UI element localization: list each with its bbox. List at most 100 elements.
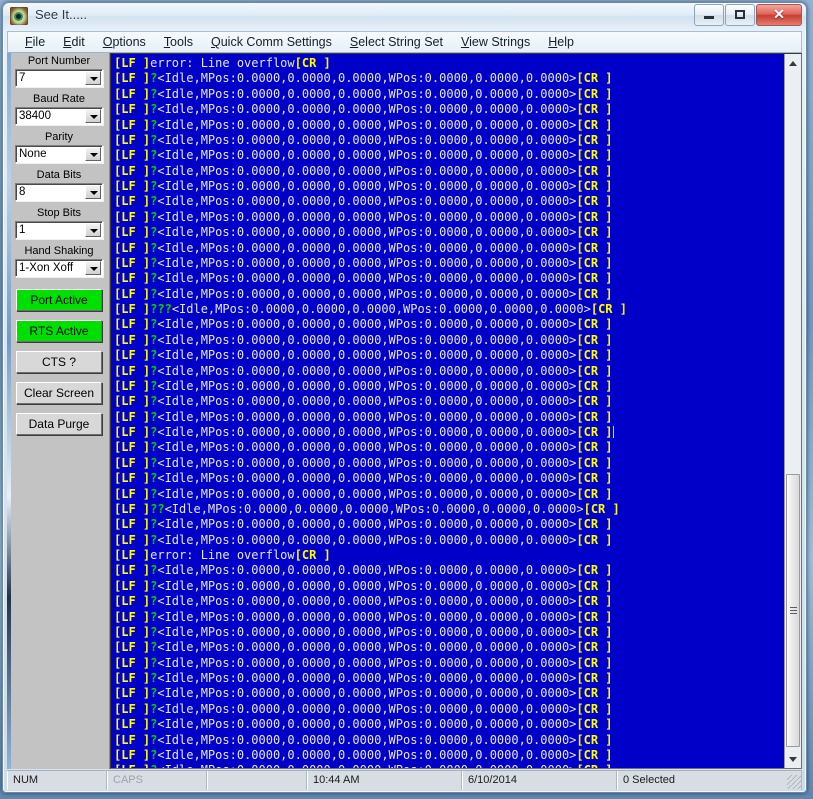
- combo-baud-rate[interactable]: 38400: [15, 107, 103, 125]
- terminal-line: [LF ]?<Idle,MPos:0.0000,0.0000,0.0000,WP…: [114, 332, 613, 347]
- label-baud-rate: Baud Rate: [15, 93, 103, 106]
- status-selection: 0 Selected: [617, 771, 802, 790]
- sidebar-buttons: Port Active RTS Active CTS ? Clear Screen Da…: [7, 289, 109, 435]
- label-data-bits: Data Bits: [15, 169, 103, 182]
- terminal-line: [LF ]?<Idle,MPos:0.0000,0.0000,0.0000,WP…: [114, 655, 613, 670]
- application-window: See It..... ✕ File Edit Options Tools Quick …: [2, 2, 807, 793]
- terminal-line: [LF ]?<Idle,MPos:0.0000,0.0000,0.0000,WP…: [114, 471, 613, 486]
- terminal-line: [LF ]?<Idle,MPos:0.0000,0.0000,0.0000,WP…: [114, 409, 613, 424]
- label-hand-shaking: Hand Shaking: [15, 245, 103, 258]
- window-controls: ✕: [694, 4, 802, 26]
- terminal-line: [LF ]?<Idle,MPos:0.0000,0.0000,0.0000,WP…: [114, 486, 613, 501]
- minimize-button[interactable]: [694, 4, 724, 26]
- window-left-edge: [7, 53, 11, 769]
- scroll-up-icon[interactable]: [786, 56, 800, 70]
- terminal-line: [LF ]??<Idle,MPos:0.0000,0.0000,0.0000,W…: [114, 501, 620, 516]
- status-date: 6/10/2014: [462, 771, 617, 790]
- combo-hand-shaking[interactable]: 1-Xon Xoff: [15, 259, 103, 277]
- status-num: NUM: [7, 771, 107, 790]
- chevron-down-icon[interactable]: [85, 223, 101, 237]
- terminal-line: [LF ]?<Idle,MPos:0.0000,0.0000,0.0000,WP…: [114, 594, 613, 609]
- terminal-line: [LF ]?<Idle,MPos:0.0000,0.0000,0.0000,WP…: [114, 348, 613, 363]
- maximize-icon: [735, 10, 745, 19]
- terminal-line: [LF ]?<Idle,MPos:0.0000,0.0000,0.0000,WP…: [114, 517, 613, 532]
- terminal-line: [LF ]?<Idle,MPos:0.0000,0.0000,0.0000,WP…: [114, 563, 613, 578]
- terminal-line: [LF ]?<Idle,MPos:0.0000,0.0000,0.0000,WP…: [114, 117, 613, 132]
- combo-parity[interactable]: None: [15, 145, 103, 163]
- terminal-line: [LF ]?<Idle,MPos:0.0000,0.0000,0.0000,WP…: [114, 102, 613, 117]
- status-bar: NUM CAPS 10:44 AM 6/10/2014 0 Selected: [7, 770, 802, 790]
- terminal-line: [LF ]error: Line overflow[CR ]: [114, 56, 331, 70]
- maximize-button[interactable]: [725, 4, 755, 26]
- terminal-line: [LF ]?<Idle,MPos:0.0000,0.0000,0.0000,WP…: [114, 640, 613, 655]
- terminal-line: [LF ]?<Idle,MPos:0.0000,0.0000,0.0000,WP…: [114, 255, 613, 270]
- close-icon: ✕: [773, 6, 785, 22]
- title-bar[interactable]: See It..... ✕: [3, 3, 806, 30]
- menu-item-quick-comm-settings[interactable]: Quick Comm Settings: [202, 33, 341, 51]
- close-button[interactable]: ✕: [756, 4, 802, 26]
- menu-item-select-string-set[interactable]: Select String Set: [341, 33, 452, 51]
- chevron-down-icon[interactable]: [85, 71, 101, 85]
- terminal-panel[interactable]: [LF ]error: Line overflow[CR ] [LF ]?<Idl…: [110, 53, 802, 769]
- terminal-line: [LF ]?<Idle,MPos:0.0000,0.0000,0.0000,WP…: [114, 286, 613, 301]
- field-baud-rate: Baud Rate 38400: [15, 93, 103, 125]
- menu-item-options[interactable]: Options: [94, 33, 155, 51]
- menu-item-tools[interactable]: Tools: [155, 33, 202, 51]
- field-stop-bits: Stop Bits 1: [15, 207, 103, 239]
- label-parity: Parity: [15, 131, 103, 144]
- combo-stop-bits[interactable]: 1: [15, 221, 103, 239]
- terminal-line: [LF ]?<Idle,MPos:0.0000,0.0000,0.0000,WP…: [114, 209, 613, 224]
- scrollbar-grip-icon: [790, 606, 797, 615]
- terminal-line: [LF ]?<Idle,MPos:0.0000,0.0000,0.0000,WP…: [114, 747, 613, 762]
- field-hand-shaking: Hand Shaking 1-Xon Xoff: [15, 245, 103, 277]
- terminal-line: [LF ]???<Idle,MPos:0.0000,0.0000,0.0000,…: [114, 302, 627, 316]
- comm-settings-sidebar: Port Number 7 Baud Rate 38400 Parity None Data…: [7, 53, 110, 769]
- data-purge-button[interactable]: Data Purge: [16, 413, 102, 435]
- terminal-line: [LF ]?<Idle,MPos:0.0000,0.0000,0.0000,WP…: [114, 71, 613, 86]
- field-parity: Parity None: [15, 131, 103, 163]
- terminal-line: [LF ]?<Idle,MPos:0.0000,0.0000,0.0000,WP…: [114, 240, 613, 255]
- terminal-line: [LF ]error: Line overflow[CR ]: [114, 548, 331, 562]
- chevron-down-icon[interactable]: [85, 185, 101, 199]
- menu-item-help[interactable]: Help: [539, 33, 583, 51]
- terminal-scrollbar[interactable]: [784, 54, 801, 768]
- terminal-line: [LF ]?<Idle,MPos:0.0000,0.0000,0.0000,WP…: [114, 624, 613, 639]
- terminal-line: [LF ]?<Idle,MPos:0.0000,0.0000,0.0000,WP…: [114, 378, 613, 393]
- terminal-line: [LF ]?<Idle,MPos:0.0000,0.0000,0.0000,WP…: [114, 163, 613, 178]
- chevron-down-icon[interactable]: [85, 147, 101, 161]
- label-stop-bits: Stop Bits: [15, 207, 103, 220]
- terminal-line: [LF ]?<Idle,MPos:0.0000,0.0000,0.0000,WP…: [114, 671, 613, 685]
- scrollbar-thumb[interactable]: [786, 474, 800, 747]
- terminal-line: [LF ]?<Idle,MPos:0.0000,0.0000,0.0000,WP…: [114, 455, 613, 470]
- menu-item-view-strings[interactable]: View Strings: [452, 33, 539, 51]
- terminal-line: [LF ]?<Idle,MPos:0.0000,0.0000,0.0000,WP…: [114, 578, 613, 593]
- port-active-button[interactable]: Port Active: [16, 289, 102, 311]
- chevron-down-icon[interactable]: [85, 109, 101, 123]
- field-data-bits: Data Bits 8: [15, 169, 103, 201]
- terminal-line: [LF ]?<Idle,MPos:0.0000,0.0000,0.0000,WP…: [114, 732, 613, 747]
- status-blank: [207, 771, 307, 790]
- eye-icon: [10, 7, 28, 25]
- terminal-line: [LF ]?<Idle,MPos:0.0000,0.0000,0.0000,WP…: [114, 609, 613, 624]
- terminal-line: [LF ]?<Idle,MPos:0.0000,0.0000,0.0000,WP…: [114, 532, 613, 547]
- combo-port-number[interactable]: 7: [15, 69, 103, 87]
- combo-data-bits[interactable]: 8: [15, 183, 103, 201]
- cts-button[interactable]: CTS ?: [16, 351, 102, 373]
- terminal-line: [LF ]?<Idle,MPos:0.0000,0.0000,0.0000,WP…: [114, 763, 784, 768]
- minimize-icon: [704, 16, 714, 19]
- chevron-down-icon[interactable]: [85, 261, 101, 275]
- menu-item-file[interactable]: File: [16, 33, 54, 51]
- terminal-line: [LF ]?<Idle,MPos:0.0000,0.0000,0.0000,WP…: [114, 686, 613, 701]
- scroll-down-icon[interactable]: [786, 752, 800, 766]
- terminal-line: [LF ]?<Idle,MPos:0.0000,0.0000,0.0000,WP…: [114, 701, 613, 716]
- rts-active-button[interactable]: RTS Active: [16, 320, 102, 342]
- value-hand-shaking: 1-Xon Xoff: [19, 262, 74, 274]
- terminal-output: [LF ]error: Line overflow[CR ] [LF ]?<Idl…: [114, 56, 784, 768]
- terminal-line: [LF ]?<Idle,MPos:0.0000,0.0000,0.0000,WP…: [114, 132, 613, 147]
- terminal-line: [LF ]?<Idle,MPos:0.0000,0.0000,0.0000,WP…: [114, 86, 613, 101]
- value-stop-bits: 1: [19, 224, 26, 236]
- screen: See It..... ✕ File Edit Options Tools Quick …: [0, 0, 813, 799]
- menu-item-edit[interactable]: Edit: [54, 33, 94, 51]
- resize-grip-icon[interactable]: [787, 775, 801, 789]
- clear-screen-button[interactable]: Clear Screen: [16, 382, 102, 404]
